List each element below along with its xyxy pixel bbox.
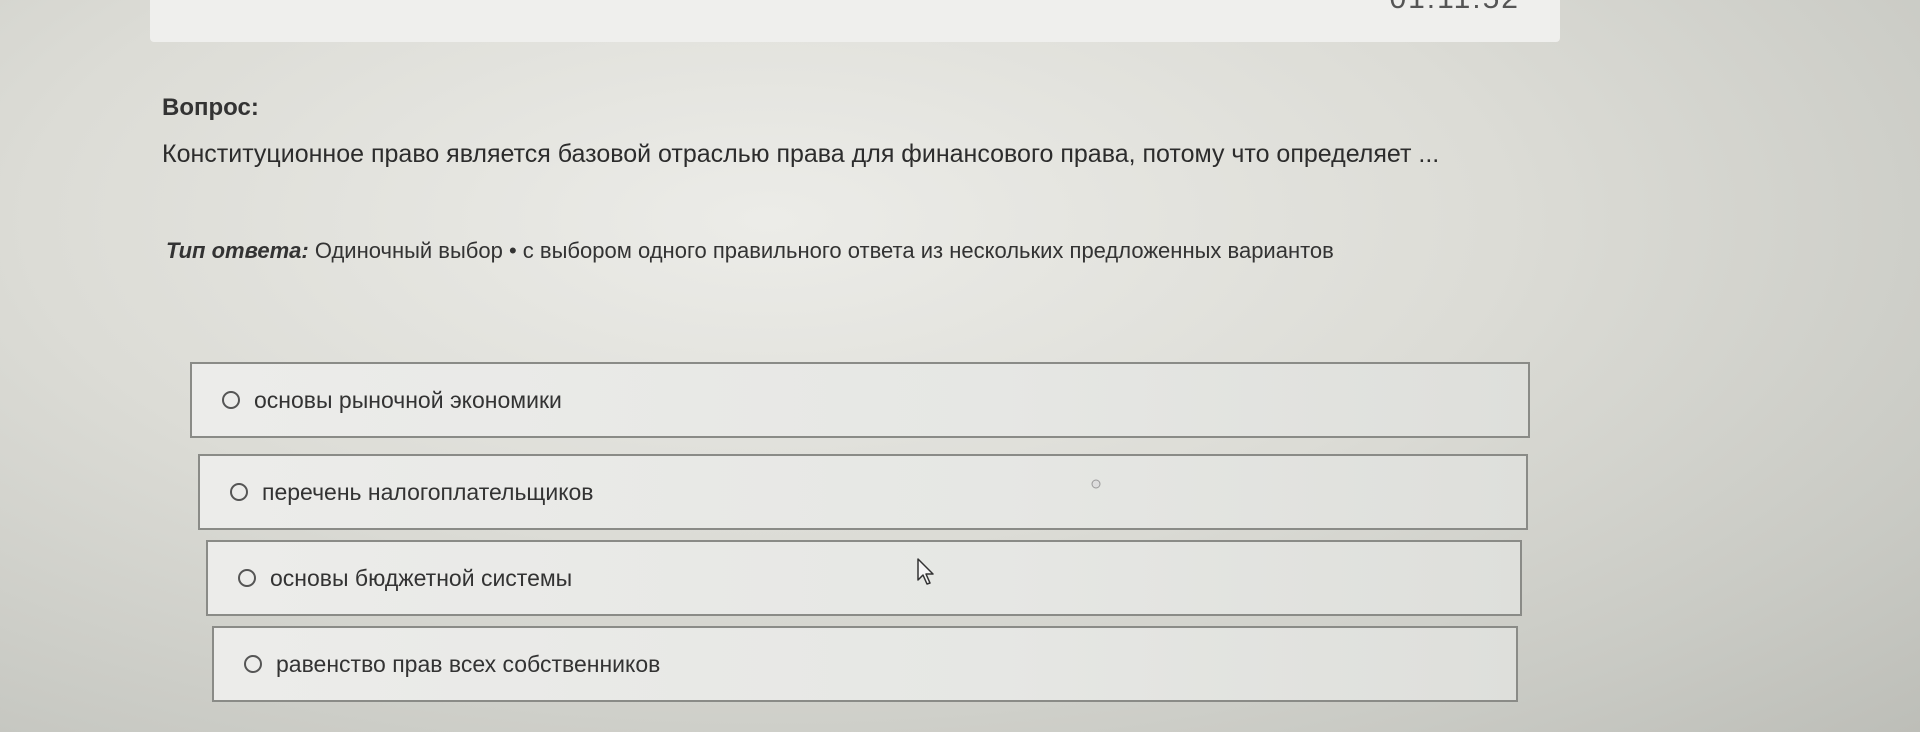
question-text: Конституционное право является базовой о…: [162, 140, 1440, 168]
answer-type-value: Одиночный выбор • с выбором одного прави…: [314, 238, 1334, 263]
radio-unchecked-icon[interactable]: [238, 569, 256, 587]
answer-option[interactable]: основы рыночной экономики: [190, 362, 1530, 438]
answer-option[interactable]: равенство прав всех собственников: [212, 626, 1518, 702]
option-label: основы бюджетной системы: [270, 564, 573, 591]
mouse-pointer-icon: [917, 558, 934, 585]
radio-unchecked-icon[interactable]: [222, 391, 240, 409]
option-label: основы рыночной экономики: [254, 386, 562, 413]
screen-glare-dot: [1091, 479, 1101, 489]
timer: 01:11:52: [1389, 0, 1520, 16]
option-label: равенство прав всех собственников: [276, 650, 661, 677]
top-panel: 01:11:52: [150, 0, 1560, 42]
answer-type: Тип ответа: Одиночный выбор • с выбором …: [166, 238, 1334, 264]
option-label: перечень налогоплательщиков: [262, 478, 594, 505]
answer-option[interactable]: основы бюджетной системы: [206, 540, 1522, 616]
radio-unchecked-icon[interactable]: [244, 655, 262, 673]
answer-type-label: Тип ответа:: [166, 238, 309, 263]
question-label: Вопрос:: [162, 94, 259, 121]
radio-unchecked-icon[interactable]: [230, 483, 248, 501]
answer-option[interactable]: перечень налогоплательщиков: [198, 454, 1528, 530]
